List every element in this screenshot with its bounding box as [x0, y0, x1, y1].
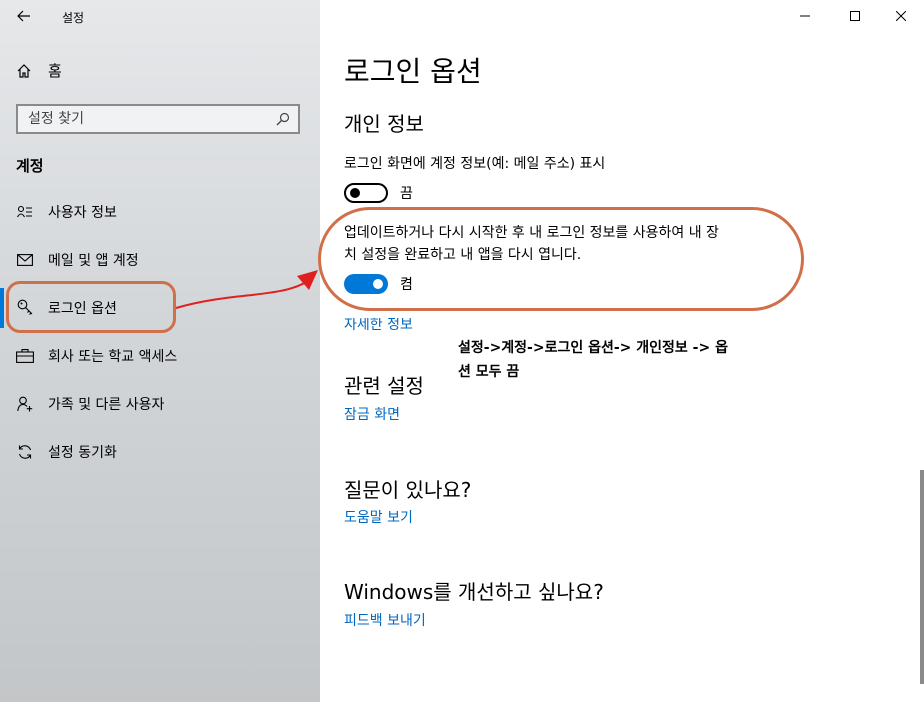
annotation-arrow [175, 270, 318, 309]
